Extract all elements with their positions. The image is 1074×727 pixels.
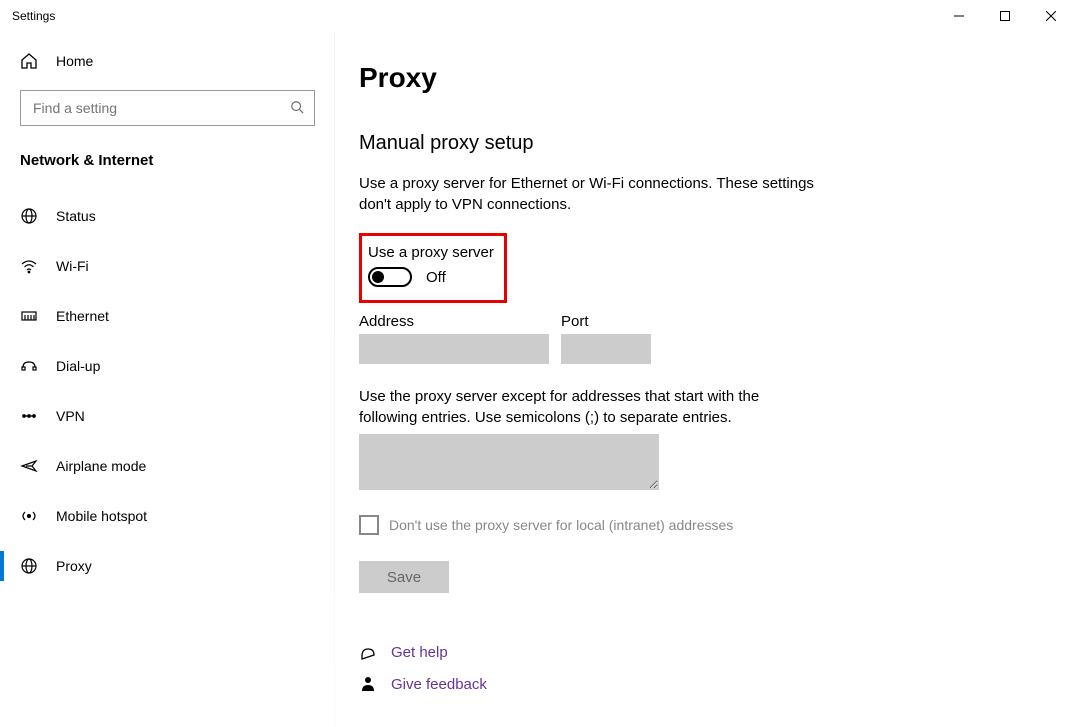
search-input-container[interactable] bbox=[20, 90, 315, 126]
dialup-icon bbox=[20, 357, 38, 375]
exceptions-input[interactable] bbox=[359, 434, 659, 490]
sidebar-item-label: VPN bbox=[56, 408, 85, 424]
minimize-button[interactable] bbox=[936, 0, 982, 32]
port-input[interactable] bbox=[561, 334, 651, 364]
section-title: Network & Internet bbox=[20, 152, 315, 191]
maximize-button[interactable] bbox=[982, 0, 1028, 32]
close-icon bbox=[1046, 11, 1056, 21]
local-bypass-label: Don't use the proxy server for local (in… bbox=[389, 517, 733, 533]
local-bypass-checkbox[interactable] bbox=[359, 515, 379, 535]
sidebar-item-airplane[interactable]: Airplane mode bbox=[20, 441, 315, 491]
sidebar-item-wifi[interactable]: Wi-Fi bbox=[20, 241, 315, 291]
home-button[interactable]: Home bbox=[20, 32, 315, 90]
vpn-icon bbox=[20, 407, 38, 425]
give-feedback-link[interactable]: Give feedback bbox=[391, 676, 487, 693]
page-title: Proxy bbox=[359, 62, 1050, 94]
section-description: Use a proxy server for Ethernet or Wi-Fi… bbox=[359, 173, 819, 215]
wifi-icon bbox=[20, 257, 38, 275]
close-button[interactable] bbox=[1028, 0, 1074, 32]
sidebar-item-label: Mobile hotspot bbox=[56, 508, 147, 524]
toggle-knob bbox=[372, 271, 384, 283]
sidebar-item-status[interactable]: Status bbox=[20, 191, 315, 241]
address-input[interactable] bbox=[359, 334, 549, 364]
hotspot-icon bbox=[20, 507, 38, 525]
proxy-icon bbox=[20, 557, 38, 575]
exceptions-description: Use the proxy server except for addresse… bbox=[359, 386, 819, 428]
sidebar-item-dialup[interactable]: Dial-up bbox=[20, 341, 315, 391]
content-area: Proxy Manual proxy setup Use a proxy ser… bbox=[335, 32, 1074, 727]
sidebar-item-vpn[interactable]: VPN bbox=[20, 391, 315, 441]
sidebar-item-label: Dial-up bbox=[56, 358, 100, 374]
home-label: Home bbox=[56, 53, 93, 69]
ethernet-icon bbox=[20, 307, 38, 325]
sidebar-item-label: Proxy bbox=[56, 558, 92, 574]
maximize-icon bbox=[1000, 11, 1010, 21]
sidebar-item-label: Status bbox=[56, 208, 96, 224]
sidebar-item-ethernet[interactable]: Ethernet bbox=[20, 291, 315, 341]
window-title: Settings bbox=[12, 9, 55, 23]
status-icon bbox=[20, 207, 38, 225]
save-button[interactable]: Save bbox=[359, 561, 449, 593]
airplane-icon bbox=[20, 457, 38, 475]
search-icon bbox=[290, 100, 304, 117]
minimize-icon bbox=[954, 11, 964, 21]
address-label: Address bbox=[359, 313, 549, 330]
sidebar-item-hotspot[interactable]: Mobile hotspot bbox=[20, 491, 315, 541]
sidebar-item-label: Airplane mode bbox=[56, 458, 146, 474]
sidebar-item-proxy[interactable]: Proxy bbox=[20, 541, 315, 591]
sidebar: Home Network & Internet Status Wi-Fi E bbox=[0, 32, 335, 727]
home-icon bbox=[20, 52, 38, 70]
feedback-icon bbox=[359, 675, 377, 693]
section-title: Manual proxy setup bbox=[359, 132, 1050, 155]
port-label: Port bbox=[561, 313, 651, 330]
proxy-toggle-label: Use a proxy server bbox=[368, 244, 494, 261]
get-help-link[interactable]: Get help bbox=[391, 644, 448, 661]
proxy-toggle[interactable] bbox=[368, 267, 412, 287]
search-input[interactable] bbox=[31, 99, 290, 117]
help-icon bbox=[359, 643, 377, 661]
sidebar-item-label: Ethernet bbox=[56, 308, 109, 324]
proxy-toggle-highlight: Use a proxy server Off bbox=[359, 233, 507, 303]
proxy-toggle-state: Off bbox=[426, 269, 446, 286]
sidebar-item-label: Wi-Fi bbox=[56, 258, 89, 274]
